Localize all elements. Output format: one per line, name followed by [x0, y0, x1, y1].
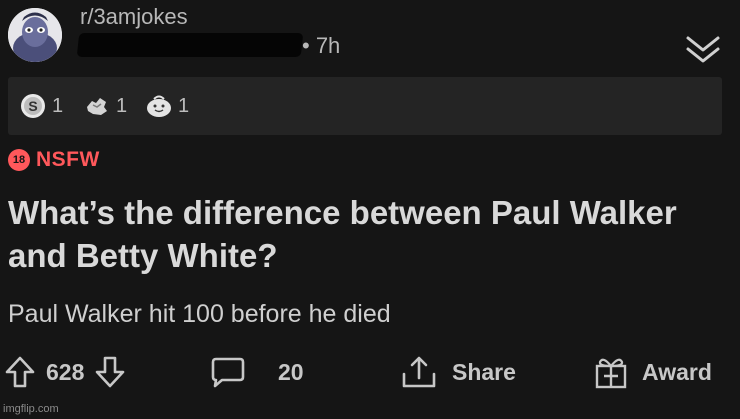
avatar-image-icon: [8, 8, 62, 62]
award-count: 1: [178, 94, 190, 117]
nsfw-label: NSFW: [36, 148, 100, 171]
post-card: r/3amjokes • 7h S 1 1 1 18 NSFW What’s t…: [0, 0, 740, 419]
post-title[interactable]: What’s the difference between Paul Walke…: [8, 191, 708, 277]
helpful-award-icon: [87, 98, 107, 115]
award-silver[interactable]: S 1: [20, 92, 63, 120]
nsfw-18-icon: 18: [8, 149, 30, 171]
vote-controls: 628: [4, 350, 126, 394]
award-label: Award: [642, 358, 712, 385]
silver-award-icon: S: [21, 94, 45, 118]
nsfw-tag: 18 NSFW: [8, 148, 100, 172]
award-count: 1: [116, 94, 128, 117]
share-label: Share: [452, 358, 516, 385]
svg-text:S: S: [28, 98, 37, 114]
upvote-arrow-icon[interactable]: [4, 355, 36, 389]
post-body: Paul Walker hit 100 before he died: [8, 300, 391, 328]
downvote-arrow-icon[interactable]: [94, 355, 126, 389]
chevron-down-icon[interactable]: [680, 32, 726, 68]
upvote-count: 628: [46, 358, 85, 385]
comment-bubble-icon: [211, 357, 245, 388]
comment-count: 20: [278, 358, 304, 385]
award-button[interactable]: Award: [594, 350, 712, 394]
wholesome-award-icon: [147, 95, 171, 117]
award-wholesome[interactable]: 1: [146, 92, 189, 120]
subreddit-avatar[interactable]: [8, 8, 62, 62]
share-icon: [402, 356, 436, 388]
watermark: imgflip.com: [3, 403, 59, 415]
redacted-username: [76, 33, 304, 57]
award-helpful[interactable]: 1: [84, 92, 127, 120]
award-count: 1: [52, 94, 64, 117]
share-button[interactable]: Share: [400, 350, 516, 394]
subreddit-name[interactable]: r/3amjokes: [80, 4, 188, 30]
gift-icon: [595, 358, 627, 389]
awards-bar[interactable]: S 1 1 1: [8, 77, 722, 135]
post-age: • 7h: [302, 33, 341, 58]
comments-button[interactable]: 20: [210, 350, 304, 394]
